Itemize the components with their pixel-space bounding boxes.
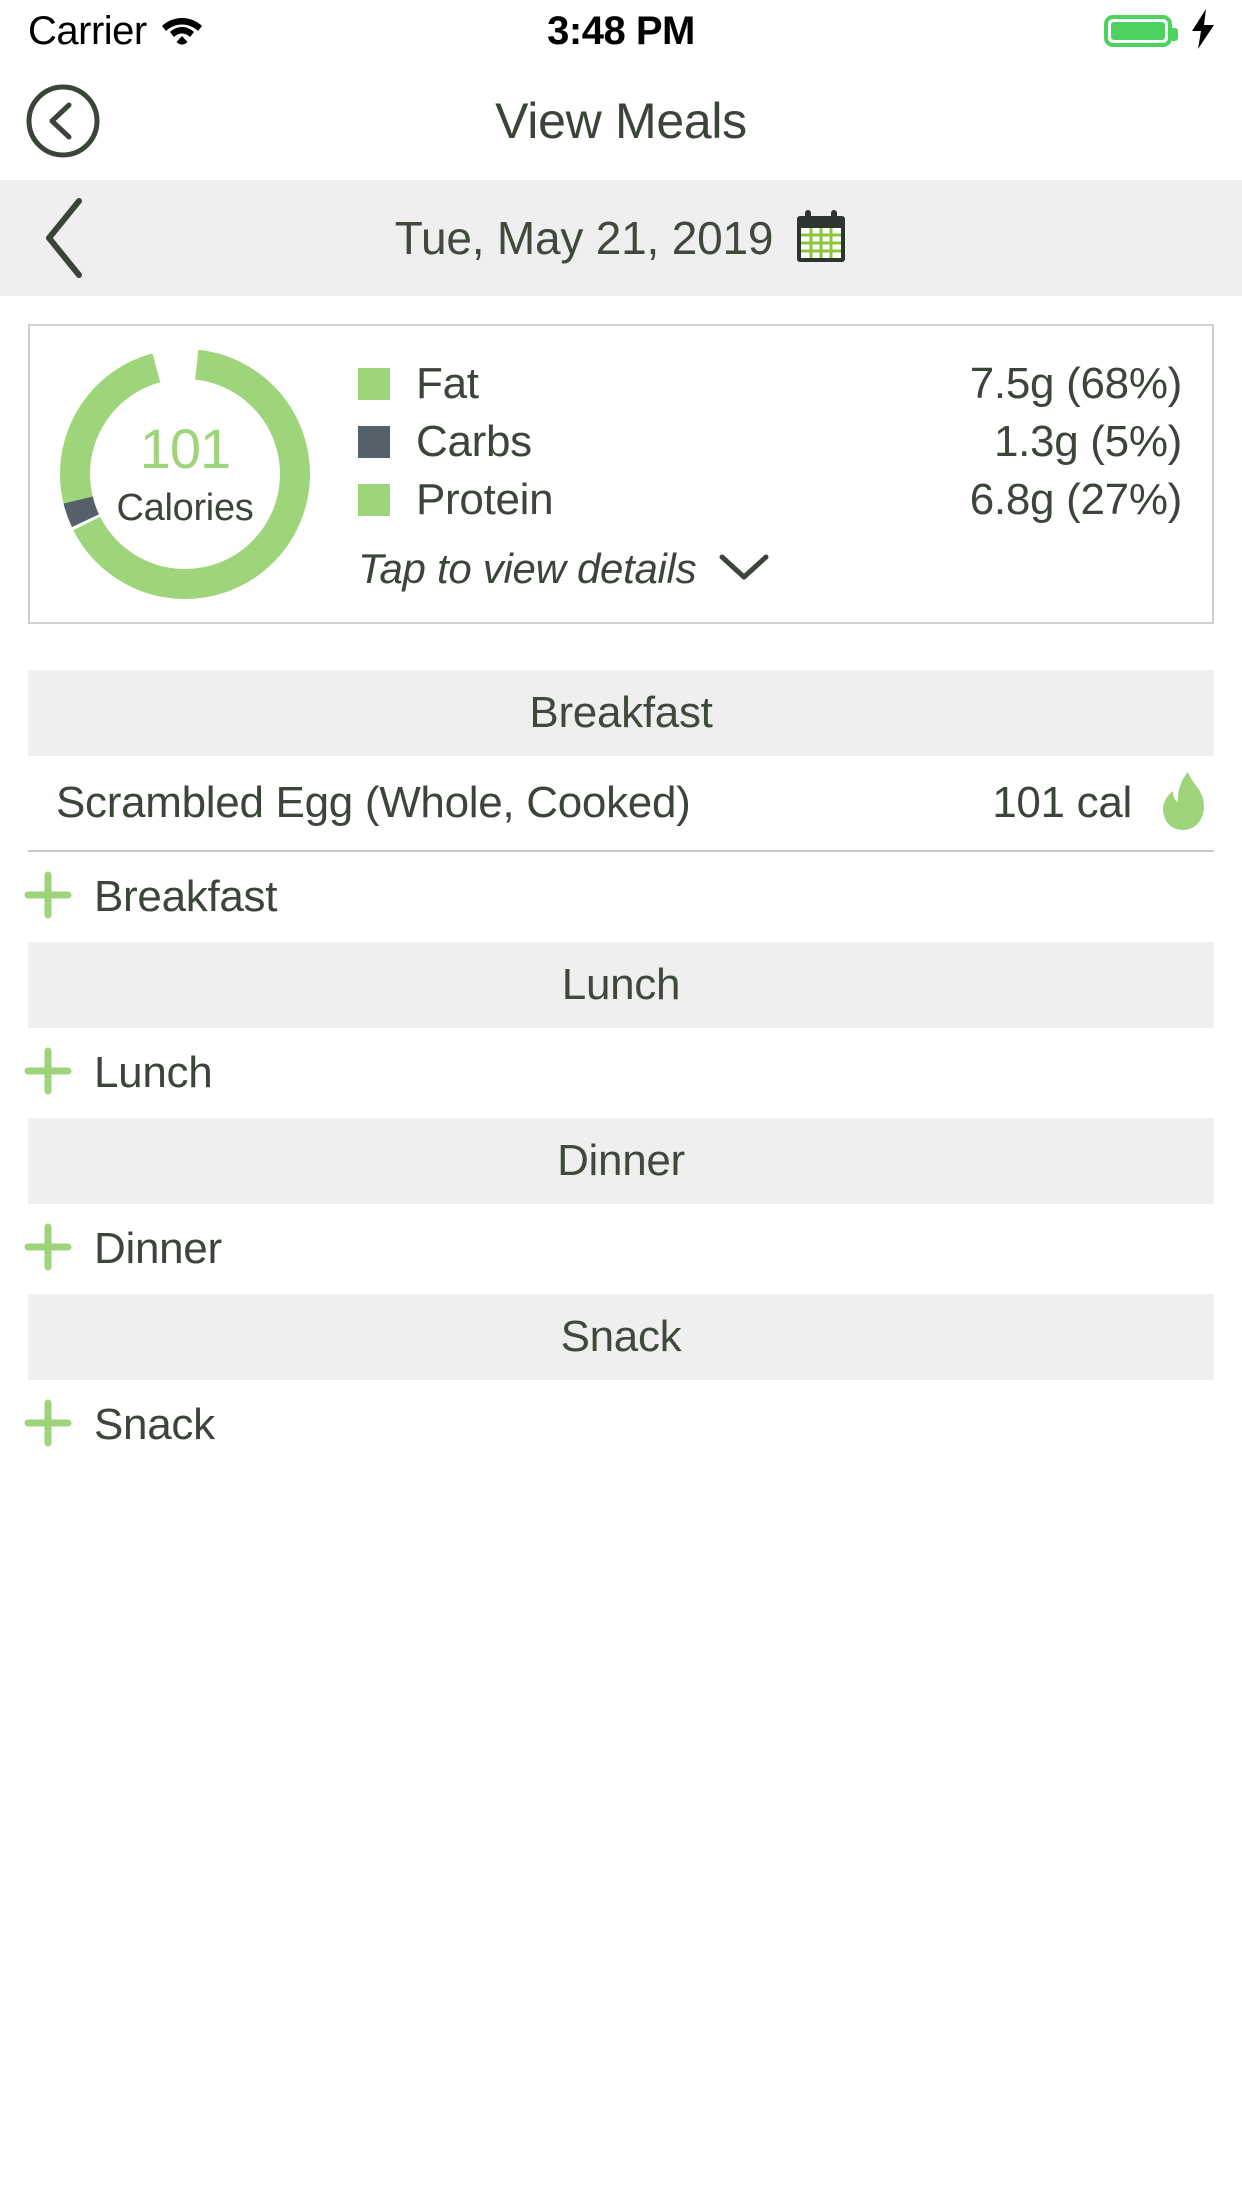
macro-value-carbs: 1.3g (5%)	[993, 417, 1182, 466]
macro-swatch-fat	[358, 368, 390, 400]
empty-space	[0, 1470, 1242, 2208]
add-snack-button[interactable]: Snack	[0, 1380, 1242, 1470]
nutrition-summary-card[interactable]: 101 Calories Fat 7.5g (68%) Carbs 1.3g (…	[28, 324, 1214, 624]
back-button[interactable]	[24, 82, 102, 160]
date-display[interactable]: Tue, May 21, 2019	[0, 208, 1242, 269]
add-lunch-label: Lunch	[94, 1048, 213, 1097]
food-item-right: 101 cal	[992, 770, 1210, 837]
macro-name-carbs: Carbs	[416, 417, 532, 466]
plus-icon[interactable]	[24, 871, 72, 924]
macro-row-protein: Protein 6.8g (27%)	[358, 471, 1182, 529]
total-calories-value: 101	[139, 417, 231, 480]
macro-row-carbs: Carbs 1.3g (5%)	[358, 413, 1182, 471]
wifi-icon	[161, 13, 203, 50]
macro-swatch-protein	[358, 484, 390, 516]
battery-fill	[1111, 22, 1165, 40]
food-item-row[interactable]: Scrambled Egg (Whole, Cooked) 101 cal	[28, 756, 1214, 852]
add-snack-label: Snack	[94, 1400, 215, 1449]
macro-name-protein: Protein	[416, 475, 554, 524]
section-title-snack: Snack	[560, 1312, 682, 1361]
add-breakfast-label: Breakfast	[94, 872, 278, 921]
plus-icon[interactable]	[24, 1399, 72, 1452]
macro-value-protein: 6.8g (27%)	[969, 475, 1183, 524]
meal-sections: Breakfast Scrambled Egg (Whole, Cooked) …	[0, 670, 1242, 1470]
section-title-lunch: Lunch	[561, 960, 681, 1009]
plus-icon[interactable]	[24, 1223, 72, 1276]
date-selector-bar[interactable]: Tue, May 21, 2019	[0, 180, 1242, 296]
food-item-name: Scrambled Egg (Whole, Cooked)	[56, 778, 691, 827]
macro-row-fat: Fat 7.5g (68%)	[358, 355, 1182, 413]
add-dinner-label: Dinner	[94, 1224, 222, 1273]
food-item-calories: 101 cal	[992, 778, 1132, 827]
lightning-bolt-icon	[1190, 8, 1216, 54]
add-lunch-button[interactable]: Lunch	[0, 1028, 1242, 1118]
section-header-lunch: Lunch	[28, 942, 1214, 1028]
status-bar-left: Carrier	[28, 11, 203, 51]
calendar-icon[interactable]	[795, 208, 847, 269]
total-calories-label: Calories	[116, 487, 254, 529]
section-header-dinner: Dinner	[28, 1118, 1214, 1204]
view-details-toggle[interactable]: Tap to view details	[358, 545, 1182, 593]
view-details-label: Tap to view details	[358, 545, 697, 592]
macro-name-fat: Fat	[416, 359, 479, 408]
app-screen: Carrier 3:48 PM View Meals Tue, May 21, …	[0, 0, 1242, 2208]
plus-icon[interactable]	[24, 1047, 72, 1100]
status-bar: Carrier 3:48 PM	[0, 0, 1242, 62]
status-bar-right	[1104, 8, 1216, 54]
page-title: View Meals	[495, 93, 747, 149]
carrier-label: Carrier	[28, 9, 147, 53]
chevron-left-icon	[46, 198, 82, 278]
section-title-breakfast: Breakfast	[529, 688, 713, 737]
section-header-snack: Snack	[28, 1294, 1214, 1380]
macro-donut-chart: 101 Calories	[44, 333, 326, 615]
donut-center-text: 101 Calories	[116, 417, 254, 529]
macro-value-fat: 7.5g (68%)	[969, 359, 1183, 408]
add-dinner-button[interactable]: Dinner	[0, 1204, 1242, 1294]
section-title-dinner: Dinner	[557, 1136, 685, 1185]
macro-legend: Fat 7.5g (68%) Carbs 1.3g (5%) Protein 6…	[326, 355, 1206, 593]
date-label: Tue, May 21, 2019	[394, 212, 774, 264]
flame-icon	[1158, 770, 1210, 837]
add-breakfast-button[interactable]: Breakfast	[0, 852, 1242, 942]
macro-swatch-carbs	[358, 426, 390, 458]
navigation-bar: View Meals	[0, 62, 1242, 180]
chevron-down-icon[interactable]	[718, 552, 770, 587]
section-header-breakfast: Breakfast	[28, 670, 1214, 756]
previous-day-button[interactable]	[28, 195, 100, 281]
battery-icon	[1104, 15, 1178, 47]
circle-chevron-left-icon	[26, 84, 100, 158]
